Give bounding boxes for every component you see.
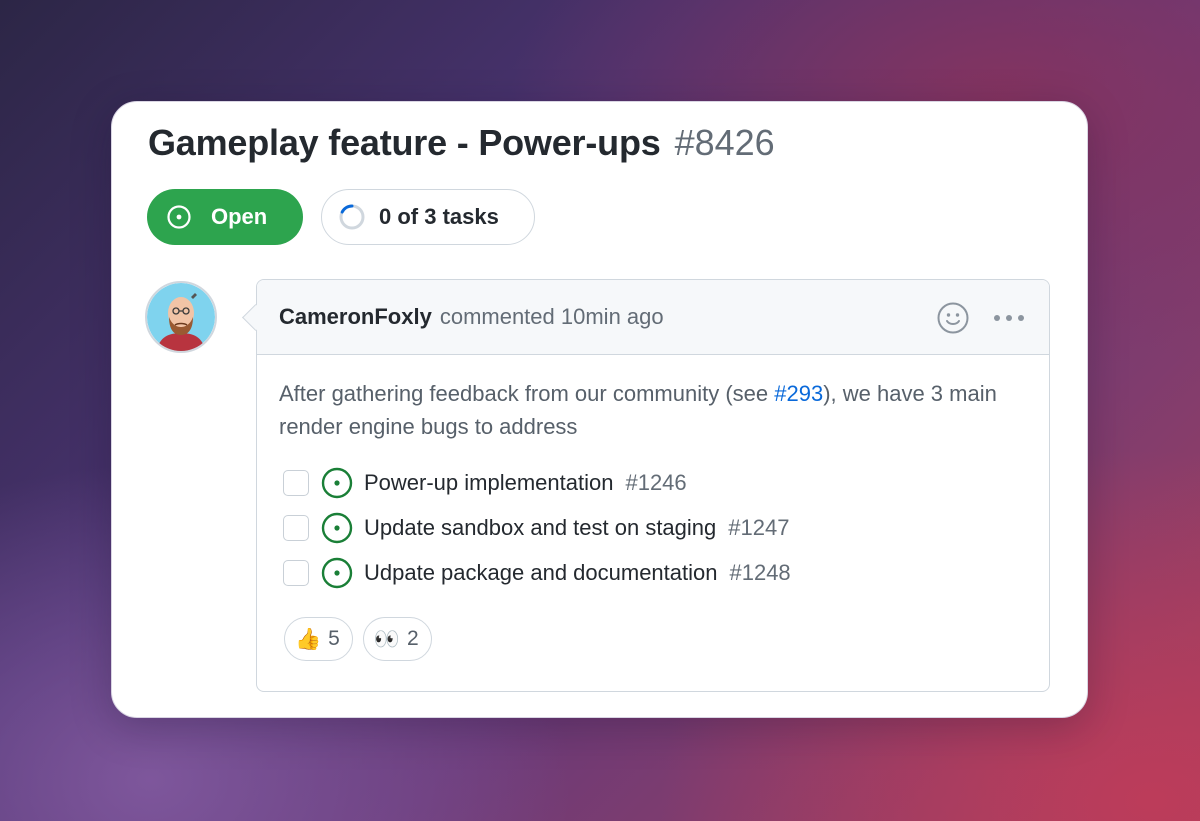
issue-open-icon xyxy=(321,512,353,544)
issue-title: Gameplay feature - Power-ups xyxy=(148,122,661,163)
progress-ring-icon xyxy=(339,204,365,230)
issue-open-icon xyxy=(167,205,191,229)
reaction-count: 2 xyxy=(407,627,419,650)
task-item: Udpate package and documentation #1248 xyxy=(279,550,1027,595)
task-number[interactable]: #1247 xyxy=(728,515,789,541)
task-number[interactable]: #1246 xyxy=(625,470,686,496)
comment-author[interactable]: CameronFoxly xyxy=(279,304,432,330)
task-checkbox[interactable] xyxy=(283,559,309,586)
comment-meta: commented 10min ago xyxy=(439,304,664,329)
comment-text-before: After gathering feedback from our commun… xyxy=(279,381,775,406)
task-title[interactable]: Power-up implementation xyxy=(364,470,613,496)
task-list: Power-up implementation #1246 Update san… xyxy=(279,460,1027,595)
issue-open-icon xyxy=(321,467,353,499)
eyes-icon: 👀 xyxy=(373,627,400,651)
avatar[interactable] xyxy=(145,281,217,353)
task-number[interactable]: #1248 xyxy=(729,560,790,586)
smiley-icon[interactable] xyxy=(937,302,969,339)
task-progress-badge[interactable]: 0 of 3 tasks xyxy=(321,189,535,245)
task-checkbox[interactable] xyxy=(283,514,309,541)
issue-title-row: Gameplay feature - Power-ups #8426 xyxy=(148,122,775,164)
comment-body: After gathering feedback from our commun… xyxy=(257,355,1049,661)
comment-text: After gathering feedback from our commun… xyxy=(279,377,1039,443)
task-item: Update sandbox and test on staging #1247 xyxy=(279,505,1027,550)
task-checkbox[interactable] xyxy=(283,469,309,496)
kebab-menu-icon[interactable] xyxy=(994,315,1024,321)
linked-issue-293[interactable]: #293 xyxy=(774,381,823,406)
comment-box: CameronFoxly commented 10min ago After g… xyxy=(242,279,1050,692)
comment-header: CameronFoxly commented 10min ago xyxy=(257,280,1049,355)
task-item: Power-up implementation #1246 xyxy=(279,460,1027,505)
avatar-image xyxy=(147,283,215,351)
issue-open-icon xyxy=(321,557,353,589)
issue-number: #8426 xyxy=(674,122,775,163)
task-progress-label: 0 of 3 tasks xyxy=(379,204,499,229)
task-title[interactable]: Udpate package and documentation xyxy=(364,560,717,586)
issue-card: Gameplay feature - Power-ups #8426 Open 0… xyxy=(111,101,1088,718)
thumbs-up-icon: 👍 xyxy=(295,627,322,651)
reaction-count: 5 xyxy=(328,627,340,650)
reactions-bar: 👍 5 👀 2 xyxy=(284,617,1027,661)
reaction-thumbs-up[interactable]: 👍 5 xyxy=(284,617,353,661)
issue-state-badge[interactable]: Open xyxy=(147,189,303,245)
reaction-eyes[interactable]: 👀 2 xyxy=(362,617,432,661)
task-title[interactable]: Update sandbox and test on staging xyxy=(364,515,716,541)
issue-state-label: Open xyxy=(211,204,268,229)
